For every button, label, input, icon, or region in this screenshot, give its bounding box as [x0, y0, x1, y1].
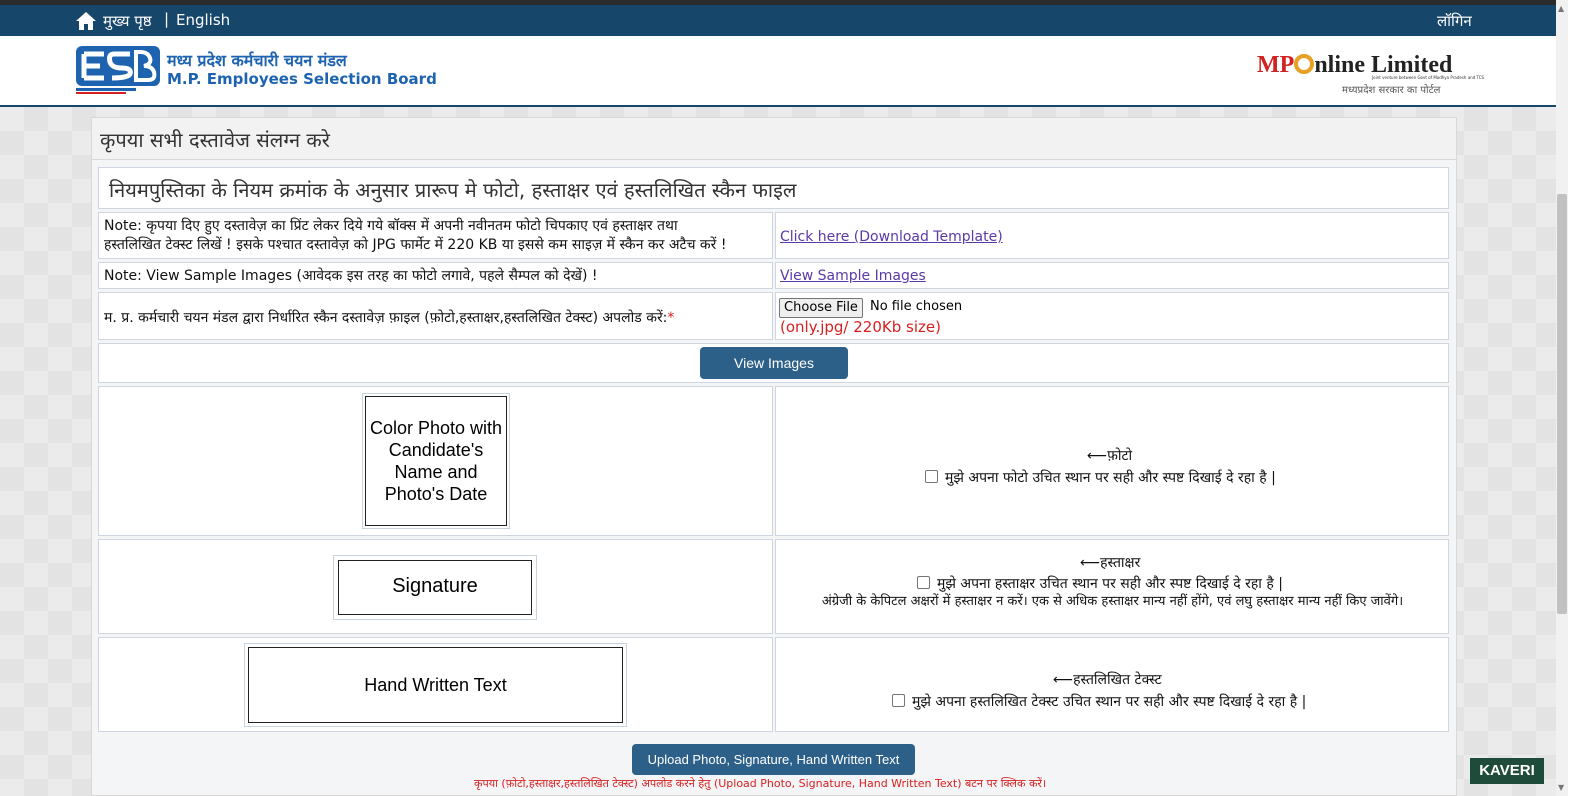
- note2-text: Note: View Sample Images (आवेदक इस तरह क…: [104, 268, 598, 284]
- view-images-button[interactable]: View Images: [700, 347, 848, 379]
- scroll-up-arrow-icon[interactable]: ▲: [1558, 4, 1564, 13]
- note1-cell: Note: कृपया दिए हुए दस्तावेज़ का प्रिंट …: [98, 212, 773, 259]
- file-size-note: (only.jpg/ 220Kb size): [780, 318, 941, 336]
- choose-file-button[interactable]: Choose File: [779, 298, 863, 318]
- photo-sample-text: Color Photo with Candidate's Name and Ph…: [365, 396, 507, 526]
- download-cell: Click here (Download Template): [775, 212, 1449, 259]
- mponline-tagline: Joint venture between Govt of Madhya Pra…: [1372, 75, 1485, 80]
- required-asterisk: *: [667, 310, 675, 326]
- nav-separator: |: [164, 10, 170, 28]
- handwritten-sample-text: Hand Written Text: [248, 647, 623, 723]
- kaveri-badge[interactable]: KAVERI: [1470, 758, 1544, 784]
- home-icon[interactable]: [75, 11, 97, 31]
- photo-confirm-label: मुझे अपना फोटो उचित स्थान पर सही और स्पष…: [945, 470, 1276, 486]
- photo-arrow-label: ⟵फ़ोटो: [1087, 448, 1133, 464]
- scroll-down-arrow-icon[interactable]: ▼: [1558, 783, 1564, 792]
- top-nav-bar: मुख्य पृष्ठ | English लॉगिन: [0, 5, 1556, 36]
- note1-line1: Note: कृपया दिए हुए दस्तावेज़ का प्रिंट …: [104, 218, 678, 234]
- note2-cell: Note: View Sample Images (आवेदक इस तरह क…: [98, 262, 773, 289]
- login-link[interactable]: लॉगिन: [1437, 11, 1472, 31]
- mponline-logo-prefix: MP: [1257, 52, 1295, 78]
- photo-sample-frame: Color Photo with Candidate's Name and Ph…: [362, 393, 510, 529]
- note1-line2: हस्तलिखित टेक्स्ट लिखें ! इसके पश्चात दस…: [104, 237, 727, 253]
- sample-link-cell: View Sample Images: [775, 262, 1449, 289]
- scrollbar-thumb[interactable]: [1557, 194, 1567, 614]
- upload-instruction-note: कृपया (फ़ोटो,हस्ताक्षर,हस्तलिखित टेक्स्ट…: [474, 777, 1047, 790]
- org-name-hindi: मध्य प्रदेश कर्मचारी चयन मंडल: [167, 51, 347, 70]
- photo-confirm-checkbox[interactable]: [925, 470, 938, 483]
- upload-label: म. प्र. कर्मचारी चयन मंडल द्वारा निर्धार…: [104, 310, 668, 326]
- subtitle-row: नियमपुस्तिका के नियम क्रमांक के अनुसार प…: [98, 167, 1449, 209]
- mponline-o-icon: [1294, 54, 1315, 74]
- handwritten-sample-frame: Hand Written Text: [244, 643, 627, 727]
- signature-confirm-label: मुझे अपना हस्ताक्षर उचित स्थान पर सही और…: [937, 576, 1283, 592]
- signature-warning: अंग्रेजी के केपिटल अक्षरों में हस्ताक्षर…: [821, 594, 1404, 609]
- esb-logo[interactable]: [74, 44, 162, 96]
- view-sample-images-link[interactable]: View Sample Images: [780, 268, 926, 284]
- home-link[interactable]: मुख्य पृष्ठ: [103, 11, 152, 31]
- handwritten-confirm-checkbox[interactable]: [892, 694, 905, 707]
- upload-label-cell: म. प्र. कर्मचारी चयन मंडल द्वारा निर्धार…: [98, 292, 773, 340]
- signature-sample-frame: Signature: [333, 555, 537, 620]
- upload-files-button[interactable]: Upload Photo, Signature, Hand Written Te…: [632, 744, 915, 775]
- panel-title: कृपया सभी दस्तावेज संलग्न करे: [92, 118, 1456, 160]
- download-template-link[interactable]: Click here (Download Template): [780, 229, 1003, 245]
- section-subtitle: नियमपुस्तिका के नियम क्रमांक के अनुसार प…: [109, 178, 797, 202]
- signature-confirm-checkbox[interactable]: [917, 576, 930, 589]
- signature-sample-text: Signature: [338, 560, 532, 615]
- english-link[interactable]: English: [176, 11, 230, 29]
- signature-arrow-label: ⟵हस्ताक्षर: [1080, 555, 1141, 571]
- window-gutter: [1568, 0, 1590, 796]
- org-name-english: M.P. Employees Selection Board: [167, 70, 437, 88]
- mponline-subtitle: मध्यप्रदेश सरकार का पोर्टल: [1342, 85, 1441, 96]
- file-status-text: No file chosen: [870, 299, 963, 314]
- handwritten-arrow-label: ⟵हस्तलिखित टेक्स्ट: [1053, 672, 1162, 688]
- handwritten-confirm-label: मुझे अपना हस्तलिखित टेक्स्ट उचित स्थान प…: [912, 694, 1307, 710]
